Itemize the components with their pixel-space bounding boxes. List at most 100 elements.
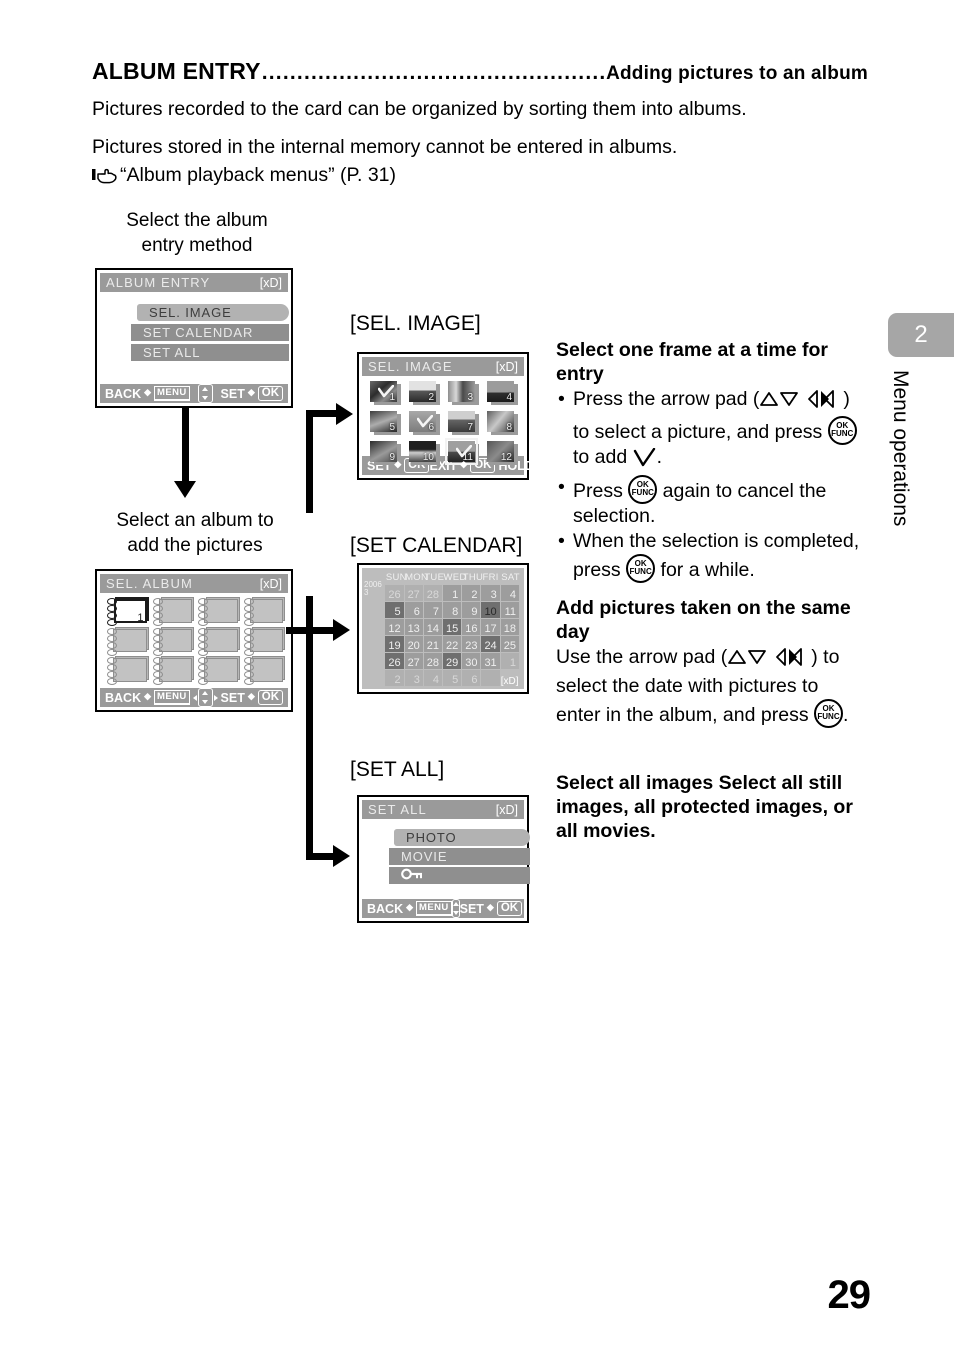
ok-func-button-icon: OK FUNC xyxy=(628,475,658,504)
calendar-day-cell[interactable]: 15 xyxy=(442,618,463,636)
calendar-day-cell[interactable]: 27 xyxy=(403,652,424,670)
back-control[interactable]: BACK ◆ MENU xyxy=(105,690,190,705)
screen-sel-image-body: 1 2 3 4 5 6 7 8 9 10 11 12 xyxy=(362,376,524,465)
calendar-day-cell[interactable]: 6 xyxy=(461,669,482,687)
menu-item-movie[interactable]: MOVIE xyxy=(389,848,530,865)
menu-item-set-all[interactable]: SET ALL xyxy=(131,344,289,361)
screen-sel-image-titlebar: SEL. IMAGE [xD] xyxy=(362,357,524,376)
calendar-day-cell[interactable]: 2 xyxy=(384,669,405,687)
calendar-day-cell[interactable]: 14 xyxy=(422,618,444,636)
calendar-day-cell[interactable]: 29 xyxy=(442,652,463,670)
menu-item-set-calendar[interactable]: SET CALENDAR xyxy=(131,324,289,341)
calendar-day-cell[interactable]: 22 xyxy=(442,635,463,653)
menu-item-protected[interactable] xyxy=(389,867,530,884)
screen-set-all: SET ALL [xD] PHOTO MOVIE BACK ◆ MENU SET… xyxy=(357,795,530,923)
set-control[interactable]: SET ◆ OK xyxy=(460,901,523,916)
back-control[interactable]: BACK ◆ MENU xyxy=(105,386,190,401)
calendar-day-cell[interactable]: 18 xyxy=(499,618,521,636)
calendar-day-cell[interactable]: 17 xyxy=(480,618,501,636)
calendar-day-cell[interactable]: 19 xyxy=(384,635,405,653)
calendar-weekday-header: THU xyxy=(462,571,484,583)
up-down-pad-icon xyxy=(451,899,460,918)
thumbnail-item[interactable]: 4 xyxy=(487,381,518,405)
page-header: ALBUM ENTRY ............................… xyxy=(92,58,868,189)
key-protect-icon xyxy=(401,868,423,883)
set-control[interactable]: SET ◆ OK xyxy=(221,386,283,401)
album-item[interactable] xyxy=(106,626,149,656)
album-item[interactable] xyxy=(243,597,285,626)
calendar-day-cell[interactable]: 13 xyxy=(403,618,424,636)
label-set-calendar: [SET CALENDAR] xyxy=(350,534,523,557)
calendar-day-cell[interactable]: 8 xyxy=(442,601,463,619)
up-down-pad-icon xyxy=(197,384,213,403)
album-item[interactable] xyxy=(152,626,194,656)
calendar-day-cell[interactable]: 26 xyxy=(384,584,405,602)
calendar-day-cell[interactable]: 31 xyxy=(480,652,501,670)
calendar-day-cell[interactable]: 26 xyxy=(384,652,405,670)
calendar-day-cell[interactable]: 27 xyxy=(403,584,424,602)
calendar-day-cell[interactable]: 7 xyxy=(422,601,444,619)
menu-item-sel-image[interactable]: SEL. IMAGE xyxy=(137,304,289,321)
calendar-day-cell[interactable]: 4 xyxy=(499,584,521,602)
calendar-day-cell[interactable]: 6 xyxy=(403,601,424,619)
calendar-day-cell[interactable]: 2 xyxy=(461,584,482,602)
thumbnail-item[interactable]: 7 xyxy=(448,411,479,435)
calendar-day-cell[interactable]: 5 xyxy=(442,669,463,687)
thumbnail-item[interactable]: 5 xyxy=(370,411,401,435)
calendar-day-cell[interactable]: 28 xyxy=(422,652,444,670)
calendar-day-cell[interactable]: 3 xyxy=(403,669,424,687)
calendar-day-cell[interactable]: 9 xyxy=(461,601,482,619)
back-control[interactable]: BACK ◆ MENU xyxy=(367,901,452,916)
calendar-day-cell[interactable]: 1 xyxy=(499,652,521,670)
checkmark-icon xyxy=(633,447,657,475)
menu-item-photo[interactable]: PHOTO xyxy=(394,829,530,846)
thumbnail-item[interactable]: 2 xyxy=(409,381,440,405)
thumbnail-item[interactable]: 12 xyxy=(487,441,518,465)
page-title-main: ALBUM ENTRY xyxy=(92,58,261,84)
calendar-day-cell[interactable]: 5 xyxy=(384,601,405,619)
calendar-grid: 2006 3 SUN MON TUE WED THU FRI SAT 26 27 28 1 2 3 4 5 6 7… xyxy=(362,568,524,689)
album-item[interactable] xyxy=(152,597,194,626)
calendar-day-cell[interactable]: 28 xyxy=(422,584,444,602)
thumbnail-number: 4 xyxy=(506,392,512,403)
menu-key-icon: MENU xyxy=(154,690,190,705)
calendar-day-cell[interactable]: 25 xyxy=(499,635,521,653)
thumbnail-item[interactable]: 1 xyxy=(370,381,401,405)
thumbnail-item[interactable]: 11 xyxy=(445,438,479,465)
calendar-day-cell[interactable] xyxy=(480,669,501,687)
calendar-day-cell[interactable]: 24 xyxy=(480,635,501,653)
album-item[interactable] xyxy=(197,626,240,656)
calendar-day-cell[interactable]: [xD] xyxy=(500,670,519,687)
calendar-day-cell[interactable]: 11 xyxy=(499,601,521,619)
calendar-day-cell[interactable]: 23 xyxy=(461,635,482,653)
album-item[interactable] xyxy=(243,626,285,656)
arrow-pad-glyph xyxy=(727,647,811,674)
thumbnail-item[interactable]: 6 xyxy=(409,411,440,435)
screen-set-all-body: PHOTO MOVIE xyxy=(362,819,530,899)
spiral-rings-icon xyxy=(152,627,163,656)
album-item[interactable]: 1 xyxy=(106,597,149,626)
calendar-day-cell[interactable]: 30 xyxy=(461,652,482,670)
calendar-day-cell[interactable]: 10 xyxy=(480,601,501,619)
instr-list-sel-image: Press the arrow pad ( ) to select a pict… xyxy=(556,387,868,583)
calendar-day-cell[interactable]: 16 xyxy=(461,618,482,636)
calendar-day-cell[interactable]: 12 xyxy=(384,618,405,636)
album-item[interactable] xyxy=(197,656,240,686)
calendar-day-cell[interactable]: 4 xyxy=(422,669,444,687)
calendar-day-cell[interactable]: 1 xyxy=(442,584,463,602)
album-item[interactable] xyxy=(106,656,149,686)
chapter-tab: 2 xyxy=(888,313,954,357)
spiral-rings-icon xyxy=(197,627,208,656)
chapter-section-label: Menu operations xyxy=(889,370,912,527)
album-item[interactable] xyxy=(152,656,194,686)
set-control[interactable]: SET ◆ OK xyxy=(221,690,283,705)
thumbnail-item[interactable]: 8 xyxy=(487,411,518,435)
calendar-day-cell[interactable]: 3 xyxy=(480,584,501,602)
thumbnail-item[interactable]: 10 xyxy=(409,441,440,465)
calendar-day-cell[interactable]: 21 xyxy=(422,635,444,653)
calendar-day-cell[interactable]: 20 xyxy=(403,635,424,653)
instructions-column: Select one frame at a time for entry Pre… xyxy=(556,338,868,844)
thumbnail-item[interactable]: 3 xyxy=(448,381,479,405)
album-item[interactable] xyxy=(243,656,285,686)
album-item[interactable] xyxy=(197,597,240,626)
